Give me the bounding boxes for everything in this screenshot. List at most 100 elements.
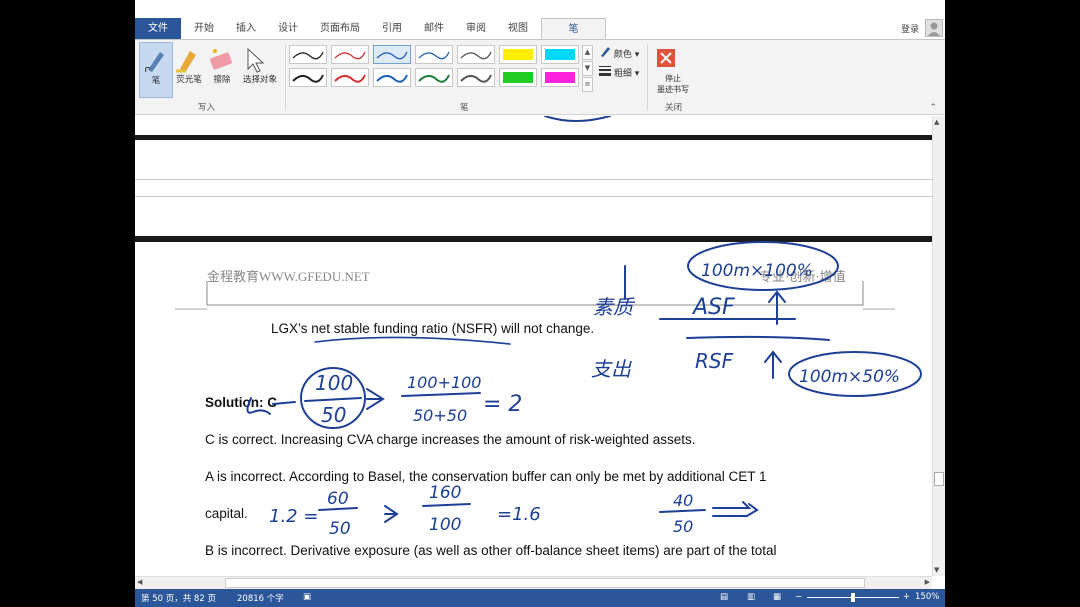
avatar[interactable] <box>925 19 943 37</box>
tab-file[interactable]: 文件 <box>135 18 181 39</box>
eraser-icon <box>210 49 232 70</box>
ink-asf-note: 100m×100% <box>701 261 813 281</box>
ink-implies <box>384 505 399 523</box>
pen-swatch[interactable] <box>373 68 411 87</box>
scroll-down-icon[interactable]: ▼ <box>934 566 939 574</box>
pen-thickness-button[interactable]: 粗细 ▾ <box>599 64 639 79</box>
pen-swatch[interactable] <box>457 68 495 87</box>
tab-insert[interactable]: 插入 <box>229 18 263 39</box>
pen-swatch[interactable] <box>541 45 579 64</box>
ink-underline <box>314 336 511 345</box>
word-count[interactable]: 20816 个字 <box>237 592 284 604</box>
ink-asf: ASF <box>691 295 735 320</box>
scroll-right-icon[interactable]: ▶ <box>925 578 930 586</box>
pen-swatch[interactable] <box>499 68 537 87</box>
cursor-icon <box>247 47 265 73</box>
select-objects-button[interactable]: 选择对象 <box>238 42 282 98</box>
pen-color-icon <box>601 47 610 57</box>
ink-fraction-bar <box>422 503 471 507</box>
stop-inking-label-1: 停止 <box>665 74 681 83</box>
vertical-scrollbar[interactable]: ▲ ▼ <box>932 116 945 576</box>
eraser-tool-label: 擦除 <box>213 75 231 85</box>
ink-implies <box>366 388 385 410</box>
pen-swatch[interactable] <box>499 45 537 64</box>
page-count[interactable]: 第 50 页，共 82 页 <box>141 592 216 604</box>
collapse-ribbon-icon[interactable]: ⌃ <box>929 103 937 113</box>
web-layout-icon[interactable]: ▦ <box>773 592 781 602</box>
pen-swatch[interactable] <box>331 68 369 87</box>
tab-mailings[interactable]: 邮件 <box>417 18 451 39</box>
zoom-out-icon[interactable]: − <box>795 592 802 602</box>
pen-thickness-label: 粗细 <box>613 69 632 79</box>
scroll-up-icon[interactable]: ▲ <box>934 118 939 126</box>
read-mode-icon[interactable]: ▤ <box>720 592 728 602</box>
document-area[interactable]: 金程教育WWW.GFEDU.NET 专业·创新·增值 LGX’s net sta… <box>135 116 932 576</box>
pen-tool-button[interactable]: 笔 <box>139 42 173 98</box>
pen-swatch[interactable] <box>415 68 453 87</box>
ink-frac1-num: 100 <box>315 371 353 395</box>
tab-layout[interactable]: 页面布局 <box>313 18 367 39</box>
ink-row2-num: 60 <box>327 489 349 509</box>
pen-swatch[interactable] <box>289 68 327 87</box>
ink-row2-num3: 40 <box>673 491 693 510</box>
close-group-label: 关闭 <box>665 103 683 113</box>
zoom-in-icon[interactable]: + <box>903 592 910 602</box>
ink-fraction-bar <box>659 509 706 513</box>
zoom-slider-thumb[interactable] <box>851 593 855 602</box>
pen-swatch[interactable] <box>289 45 327 64</box>
ink-fraction-bar <box>401 392 481 397</box>
ink-row2-res: =1.6 <box>497 504 541 525</box>
pen-color-button[interactable]: 颜色 ▾ <box>599 45 639 60</box>
group-divider <box>647 44 648 110</box>
tab-review[interactable]: 审阅 <box>459 18 493 39</box>
pen-color-label: 颜色 <box>613 50 632 60</box>
stop-inking-button[interactable]: 停止 墨迹书写 <box>651 42 695 98</box>
ink-result: = 2 <box>483 392 522 417</box>
proofing-icon[interactable]: ▣ <box>303 592 311 602</box>
thickness-icon <box>599 66 611 76</box>
tab-design[interactable]: 设计 <box>271 18 305 39</box>
pen-swatch[interactable] <box>415 45 453 64</box>
pen-swatch[interactable] <box>457 45 495 64</box>
zoom-level[interactable]: 150% <box>915 592 939 602</box>
ink-two <box>246 397 296 415</box>
print-layout-icon[interactable]: ▥ <box>747 592 755 602</box>
hscroll-thumb[interactable] <box>225 578 865 588</box>
gallery-scroll-down[interactable]: ▼ <box>582 61 593 76</box>
ink-frac2-num: 100+100 <box>407 373 481 392</box>
highlighter-tool-button[interactable]: 荧光笔 <box>172 42 206 98</box>
write-group-label: 写入 <box>198 103 216 113</box>
gallery-scroll-up[interactable]: ▲ <box>582 45 593 60</box>
ribbon-tabs: 文件 开始 插入 设计 页面布局 引用 邮件 审阅 视图 笔 <box>135 18 945 39</box>
close-icon <box>657 49 675 67</box>
ink-row2-den2: 100 <box>429 515 461 535</box>
pens-group-label: 笔 <box>460 103 469 113</box>
select-objects-label: 选择对象 <box>242 75 277 85</box>
horizontal-scrollbar[interactable]: ◀ ▶ <box>135 576 932 589</box>
ink-rsf-note: 100m×50% <box>799 367 900 387</box>
pen-icon <box>145 52 164 73</box>
eraser-tool-button[interactable]: 擦除 <box>205 42 239 98</box>
status-bar: 第 50 页，共 82 页 20816 个字 ▣ ▤ ▥ ▦ − + 150% <box>135 589 945 607</box>
ink-row2-den3: 50 <box>673 517 693 536</box>
highlighter-icon <box>176 51 196 73</box>
gallery-expand[interactable]: ≡ <box>582 77 593 92</box>
user-icon <box>928 22 940 36</box>
ink-rsf: RSF <box>695 349 734 373</box>
pen-swatch[interactable] <box>373 45 411 64</box>
ink-annotations: 100 50 100+100 50+50 = 2 ASF RSF 100m×10… <box>246 116 922 539</box>
ink-row2-lhs: 1.2 = <box>269 506 318 527</box>
tab-view[interactable]: 视图 <box>501 18 535 39</box>
pen-tool-label: 笔 <box>151 76 161 86</box>
stop-inking-label-2: 墨迹书写 <box>657 85 689 94</box>
pen-swatch[interactable] <box>331 45 369 64</box>
tab-pen[interactable]: 笔 <box>541 18 606 39</box>
tab-references[interactable]: 引用 <box>375 18 409 39</box>
scroll-thumb[interactable] <box>934 472 944 486</box>
tab-home[interactable]: 开始 <box>187 18 221 39</box>
scroll-left-icon[interactable]: ◀ <box>137 578 142 586</box>
login-link[interactable]: 登录 <box>901 22 919 35</box>
ink-arrow <box>712 501 759 517</box>
pen-swatch[interactable] <box>541 68 579 87</box>
ink-fraction-bar <box>686 335 830 341</box>
